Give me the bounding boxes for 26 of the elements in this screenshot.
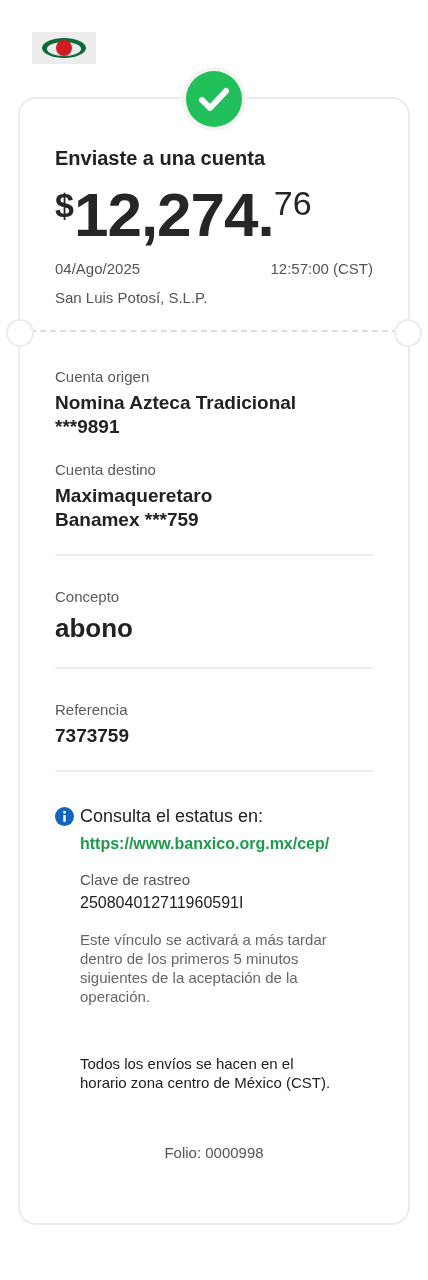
info-icon [55, 807, 74, 826]
field-value: abono [55, 612, 134, 645]
date-text: 04/Ago/2025 [55, 260, 141, 277]
field-label: Cuenta destino [55, 461, 157, 478]
field-value: ***9891 [55, 415, 121, 439]
tracking-code: 250804012711960591I [80, 894, 245, 912]
receipt-title: Enviaste a una cuenta [55, 147, 267, 170]
logo-icon [32, 32, 96, 64]
tracking-label: Clave de rastreo [80, 871, 192, 888]
time-text: 12:57:00 (CST) [270, 260, 373, 277]
field-value: Maximaqueretaro [55, 484, 214, 508]
field-value: 7373759 [55, 724, 130, 748]
location-text: San Luis Potosí, S.L.P. [55, 289, 209, 306]
amount-cents: 76 [273, 184, 312, 223]
status-link[interactable]: https://www.banxico.org.mx/cep/ [80, 835, 330, 853]
timezone-note: Todos los envíos se hacen en el horario zona centro de México (CST). [80, 1054, 332, 1092]
field-value: Banamex ***759 [55, 508, 200, 532]
currency-sign: $ [55, 186, 74, 224]
activation-note: Este vínculo se activará a más tardar dentro de los primeros 5 minutos siguientes de la aceptación de la operación. [80, 930, 328, 1006]
field-label: Cuenta origen [55, 368, 151, 385]
field-label: Referencia [55, 701, 129, 718]
folio-text: Folio: 0000998 [163, 1144, 265, 1161]
status-title: Consulta el estatus en: [80, 806, 264, 827]
field-label: Concepto [55, 588, 121, 605]
amount-whole: 12,274. [73, 179, 274, 251]
field-value: Nomina Azteca Tradicional [55, 391, 298, 415]
